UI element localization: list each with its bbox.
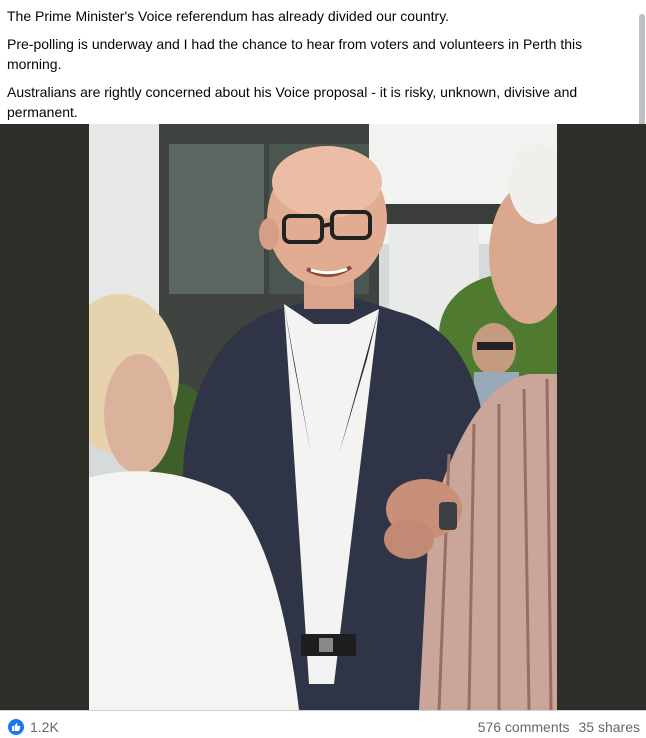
caption-paragraph-2: Pre-polling is underway and I had the ch… xyxy=(7,36,583,72)
post-photo[interactable] xyxy=(89,124,557,710)
comments-count[interactable]: 576 comments xyxy=(478,719,570,735)
post-caption: The Prime Minister's Voice referendum ha… xyxy=(7,6,622,130)
post-footer: 1.2K 576 comments 35 shares xyxy=(0,710,646,738)
thumbs-up-icon[interactable] xyxy=(8,719,24,735)
caption-paragraph-1: The Prime Minister's Voice referendum ha… xyxy=(7,8,450,24)
caption-paragraph-3: Australians are rightly concerned about … xyxy=(7,84,578,120)
photo-illustration xyxy=(89,124,557,710)
post-photo-frame[interactable] xyxy=(0,124,646,710)
engagement-counts: 576 comments 35 shares xyxy=(478,719,640,735)
shares-count[interactable]: 35 shares xyxy=(579,719,640,735)
reaction-count[interactable]: 1.2K xyxy=(30,719,59,735)
